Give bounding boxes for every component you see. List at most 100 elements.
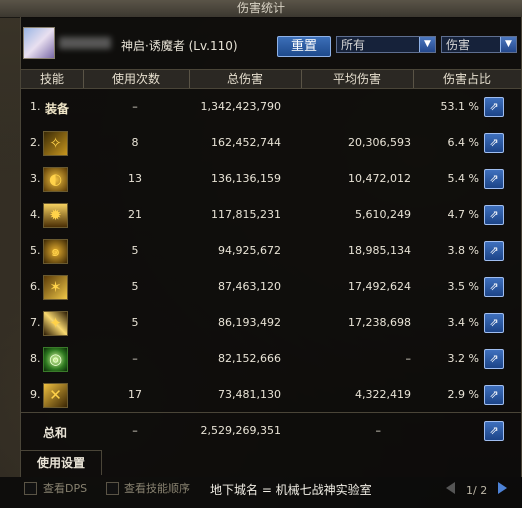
share-icon[interactable]: ⇗ bbox=[484, 169, 504, 189]
golden-strike-skill-icon: ✶ bbox=[43, 275, 68, 300]
chevron-down-icon[interactable]: ▼ bbox=[419, 37, 435, 52]
row-uses: – bbox=[132, 100, 138, 113]
table-row: 9. ✕ 17 73,481,130 4,322,419 2.9 % ⇗ bbox=[21, 377, 521, 413]
window-title: 伤害统计 bbox=[0, 0, 522, 18]
share-icon[interactable]: ⇗ bbox=[484, 385, 504, 405]
col-uses[interactable]: 使用次数 bbox=[83, 70, 189, 88]
row-avg-damage: 18,985,134 bbox=[348, 244, 411, 257]
table-row: 3. ◐ 13 136,136,159 10,472,012 5.4 % ⇗ bbox=[21, 161, 521, 197]
column-divider bbox=[189, 70, 190, 88]
footer-bar: 查看DPS 查看技能顺序 地下城名 = 机械七战神实验室 1/ 2 bbox=[0, 477, 522, 508]
row-total-damage: 73,481,130 bbox=[218, 388, 281, 401]
row-total-damage: 136,136,159 bbox=[211, 172, 281, 185]
share-icon[interactable]: ⇗ bbox=[484, 97, 504, 117]
golden-flash-skill-icon: ✦ bbox=[43, 311, 68, 336]
golden-swipe-skill-icon: ✧ bbox=[43, 131, 68, 156]
chevron-down-icon[interactable]: ▼ bbox=[500, 37, 516, 52]
column-divider bbox=[413, 70, 414, 88]
row-uses: – bbox=[132, 352, 138, 365]
table-row: 8. ◎ – 82,152,666 – 3.2 % ⇗ bbox=[21, 341, 521, 377]
row-uses: 17 bbox=[128, 388, 142, 401]
share-icon[interactable]: ⇗ bbox=[484, 349, 504, 369]
prev-page-icon[interactable] bbox=[446, 482, 455, 494]
page-indicator: 1/ 2 bbox=[466, 484, 488, 497]
row-damage-share: 2.9 % bbox=[447, 388, 479, 401]
character-name: 神启·诱魔者 (Lv.110) bbox=[121, 39, 238, 53]
col-skill[interactable]: 技能 bbox=[21, 70, 83, 88]
column-divider bbox=[83, 70, 84, 88]
row-damage-share: 6.4 % bbox=[447, 136, 479, 149]
view-dps-checkbox[interactable] bbox=[24, 482, 37, 495]
view-order-checkbox[interactable] bbox=[106, 482, 119, 495]
row-rank: 2. bbox=[30, 136, 41, 149]
next-page-icon[interactable] bbox=[498, 482, 507, 494]
row-rank: 9. bbox=[30, 388, 41, 401]
row-rank: 4. bbox=[30, 208, 41, 221]
row-rank: 8. bbox=[30, 352, 41, 365]
share-icon[interactable]: ⇗ bbox=[484, 421, 504, 441]
summary-row: 总和 – 2,529,269,351 – ⇗ bbox=[21, 412, 521, 449]
golden-burst-skill-icon: ✹ bbox=[43, 203, 68, 228]
row-avg-damage: 4,322,419 bbox=[355, 388, 411, 401]
share-icon[interactable]: ⇗ bbox=[484, 241, 504, 261]
row-avg-damage: 10,472,012 bbox=[348, 172, 411, 185]
row-avg-damage: 17,492,624 bbox=[348, 280, 411, 293]
filter-select[interactable]: 所有 ▼ bbox=[336, 36, 436, 53]
row-total-damage: 1,342,423,790 bbox=[200, 100, 281, 113]
row-total-damage: 162,452,744 bbox=[211, 136, 281, 149]
reset-button[interactable]: 重置 bbox=[277, 36, 331, 57]
table-header: 技能 使用次数 总伤害 平均伤害 伤害占比 bbox=[21, 69, 521, 89]
row-total-damage: 94,925,672 bbox=[218, 244, 281, 257]
row-damage-share: 3.4 % bbox=[447, 316, 479, 329]
table-row: 7. ✦ 5 86,193,492 17,238,698 3.4 % ⇗ bbox=[21, 305, 521, 341]
row-uses: 8 bbox=[131, 136, 139, 149]
share-icon[interactable]: ⇗ bbox=[484, 313, 504, 333]
green-ring-skill-icon: ◎ bbox=[43, 347, 68, 372]
row-uses: 21 bbox=[128, 208, 142, 221]
row-damage-share: 3.5 % bbox=[447, 280, 479, 293]
golden-cross-skill-icon: ✕ bbox=[43, 383, 68, 408]
blurred-player-name bbox=[59, 37, 111, 49]
row-rank: 7. bbox=[30, 316, 41, 329]
col-share[interactable]: 伤害占比 bbox=[413, 70, 521, 88]
tab-settings[interactable]: 使用设置 bbox=[21, 450, 102, 475]
table-row: 1. 装备 – 1,342,423,790 53.1 % ⇗ bbox=[21, 89, 521, 125]
column-divider bbox=[301, 70, 302, 88]
table-row: 4. ✹ 21 117,815,231 5,610,249 4.7 % ⇗ bbox=[21, 197, 521, 233]
row-total-damage: 82,152,666 bbox=[218, 352, 281, 365]
table-row: 6. ✶ 5 87,463,120 17,492,624 3.5 % ⇗ bbox=[21, 269, 521, 305]
row-avg-damage: – bbox=[405, 352, 412, 365]
view-dps-label: 查看DPS bbox=[43, 482, 88, 495]
row-total-damage: 86,193,492 bbox=[218, 316, 281, 329]
row-skill-label: 装备 bbox=[45, 102, 70, 116]
col-avg[interactable]: 平均伤害 bbox=[301, 70, 413, 88]
golden-vortex-skill-icon: ๑ bbox=[43, 239, 68, 264]
share-icon[interactable]: ⇗ bbox=[484, 277, 504, 297]
filter-select-value: 所有 bbox=[341, 38, 366, 52]
row-uses: 5 bbox=[131, 316, 139, 329]
row-total-damage: 87,463,120 bbox=[218, 280, 281, 293]
golden-orb-skill-icon: ◐ bbox=[43, 167, 68, 192]
row-total-damage: 117,815,231 bbox=[211, 208, 281, 221]
row-uses: 5 bbox=[131, 280, 139, 293]
metric-select[interactable]: 伤害 ▼ bbox=[441, 36, 517, 53]
share-icon[interactable]: ⇗ bbox=[484, 133, 504, 153]
summary-avg-damage: – bbox=[375, 424, 382, 437]
col-total[interactable]: 总伤害 bbox=[189, 70, 301, 88]
summary-label: 总和 bbox=[43, 426, 68, 440]
summary-uses: – bbox=[132, 424, 138, 437]
avatar bbox=[23, 27, 55, 59]
row-rank: 1. bbox=[30, 100, 41, 113]
view-order-label: 查看技能顺序 bbox=[124, 482, 190, 495]
row-uses: 5 bbox=[131, 244, 139, 257]
row-avg-damage: 17,238,698 bbox=[348, 316, 411, 329]
row-rank: 6. bbox=[30, 280, 41, 293]
share-icon[interactable]: ⇗ bbox=[484, 205, 504, 225]
row-damage-share: 3.2 % bbox=[447, 352, 479, 365]
row-damage-share: 4.7 % bbox=[447, 208, 479, 221]
row-uses: 13 bbox=[128, 172, 142, 185]
summary-total-damage: 2,529,269,351 bbox=[200, 424, 281, 437]
damage-stats-panel: 神启·诱魔者 (Lv.110) 重置 所有 ▼ 伤害 ▼ 技能 使用次数 总伤害… bbox=[20, 17, 522, 477]
dungeon-name: 地下城名 = 机械七战神实验室 bbox=[210, 483, 372, 497]
table-row: 2. ✧ 8 162,452,744 20,306,593 6.4 % ⇗ bbox=[21, 125, 521, 161]
